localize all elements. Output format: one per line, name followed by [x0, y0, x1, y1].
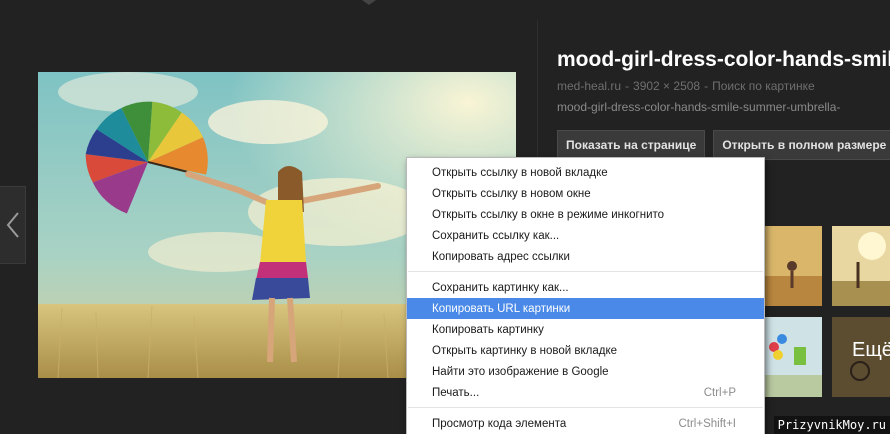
search-by-image-link[interactable]: Поиск по картинке — [712, 79, 815, 93]
menu-open-link-incognito[interactable]: Открыть ссылку в окне в режиме инкогнито — [407, 204, 764, 225]
menu-separator — [408, 271, 763, 272]
menu-copy-link-address[interactable]: Копировать адрес ссылки — [407, 246, 764, 267]
menu-separator — [408, 407, 763, 408]
site-watermark: PrizyvnikMoy.ru — [773, 416, 890, 434]
menu-item-label: Печать... — [432, 386, 480, 399]
menu-item-label: Сохранить ссылку как... — [432, 229, 560, 242]
more-related-label: Ещё — [852, 339, 890, 361]
related-thumbnail[interactable] — [764, 317, 822, 397]
chevron-left-icon — [6, 212, 19, 238]
image-source-link[interactable]: med-heal.ru — [557, 79, 621, 93]
menu-save-link-as[interactable]: Сохранить ссылку как... — [407, 225, 764, 246]
menu-copy-image[interactable]: Копировать картинку — [407, 319, 764, 340]
more-related-button[interactable]: Ещё — [832, 317, 890, 397]
image-info-panel: mood-girl-dress-color-hands-smile- med-h… — [557, 48, 890, 114]
menu-open-link-new-tab[interactable]: Открыть ссылку в новой вкладке — [407, 162, 764, 183]
menu-item-label: Копировать картинку — [432, 323, 544, 336]
menu-item-label: Открыть ссылку в новой вкладке — [432, 166, 608, 179]
viewer-pointer-notch — [362, 0, 376, 5]
thumbnail-art — [764, 317, 822, 397]
previous-image-button[interactable] — [0, 186, 26, 264]
image-dimensions: 3902 × 2508 — [633, 79, 701, 93]
image-meta: med-heal.ru -3902 × 2508- Поиск по картинк… — [557, 79, 815, 93]
menu-print[interactable]: Печать... Ctrl+P — [407, 382, 764, 403]
menu-item-label: Открыть ссылку в окне в режиме инкогнито — [432, 208, 665, 221]
thumbnail-art — [832, 226, 890, 306]
related-thumbnail[interactable] — [832, 226, 890, 306]
menu-inspect-element[interactable]: Просмотр кода элемента Ctrl+Shift+I — [407, 413, 764, 434]
menu-search-google-for-image[interactable]: Найти это изображение в Google — [407, 361, 764, 382]
image-title[interactable]: mood-girl-dress-color-hands-smile- — [557, 48, 890, 72]
menu-item-label: Просмотр кода элемента — [432, 417, 567, 430]
image-actions: Показать на странице Открыть в полном ра… — [557, 130, 890, 160]
show-on-page-button[interactable]: Показать на странице — [557, 130, 706, 160]
menu-open-image-new-tab[interactable]: Открыть картинку в новой вкладке — [407, 340, 764, 361]
menu-item-label: Найти это изображение в Google — [432, 365, 609, 378]
menu-open-link-new-window[interactable]: Открыть ссылку в новом окне — [407, 183, 764, 204]
menu-item-label: Открыть картинку в новой вкладке — [432, 344, 618, 357]
context-menu: Открыть ссылку в новой вкладке Открыть с… — [406, 157, 765, 434]
menu-item-label: Открыть ссылку в новом окне — [432, 187, 591, 200]
menu-copy-image-url[interactable]: Копировать URL картинки — [407, 298, 764, 319]
menu-item-label: Копировать адрес ссылки — [432, 250, 570, 263]
menu-shortcut: Ctrl+Shift+I — [678, 417, 736, 430]
menu-item-label: Копировать URL картинки — [432, 302, 571, 315]
menu-shortcut: Ctrl+P — [703, 386, 736, 399]
menu-save-image-as[interactable]: Сохранить картинку как... — [407, 277, 764, 298]
image-filename: mood-girl-dress-color-hands-smile-summer… — [557, 100, 841, 114]
thumbnail-art — [764, 226, 822, 306]
menu-item-label: Сохранить картинку как... — [432, 281, 569, 294]
open-full-size-button[interactable]: Открыть в полном размере — [713, 130, 890, 160]
related-images-heading — [764, 193, 784, 205]
related-thumbnail[interactable] — [764, 226, 822, 306]
